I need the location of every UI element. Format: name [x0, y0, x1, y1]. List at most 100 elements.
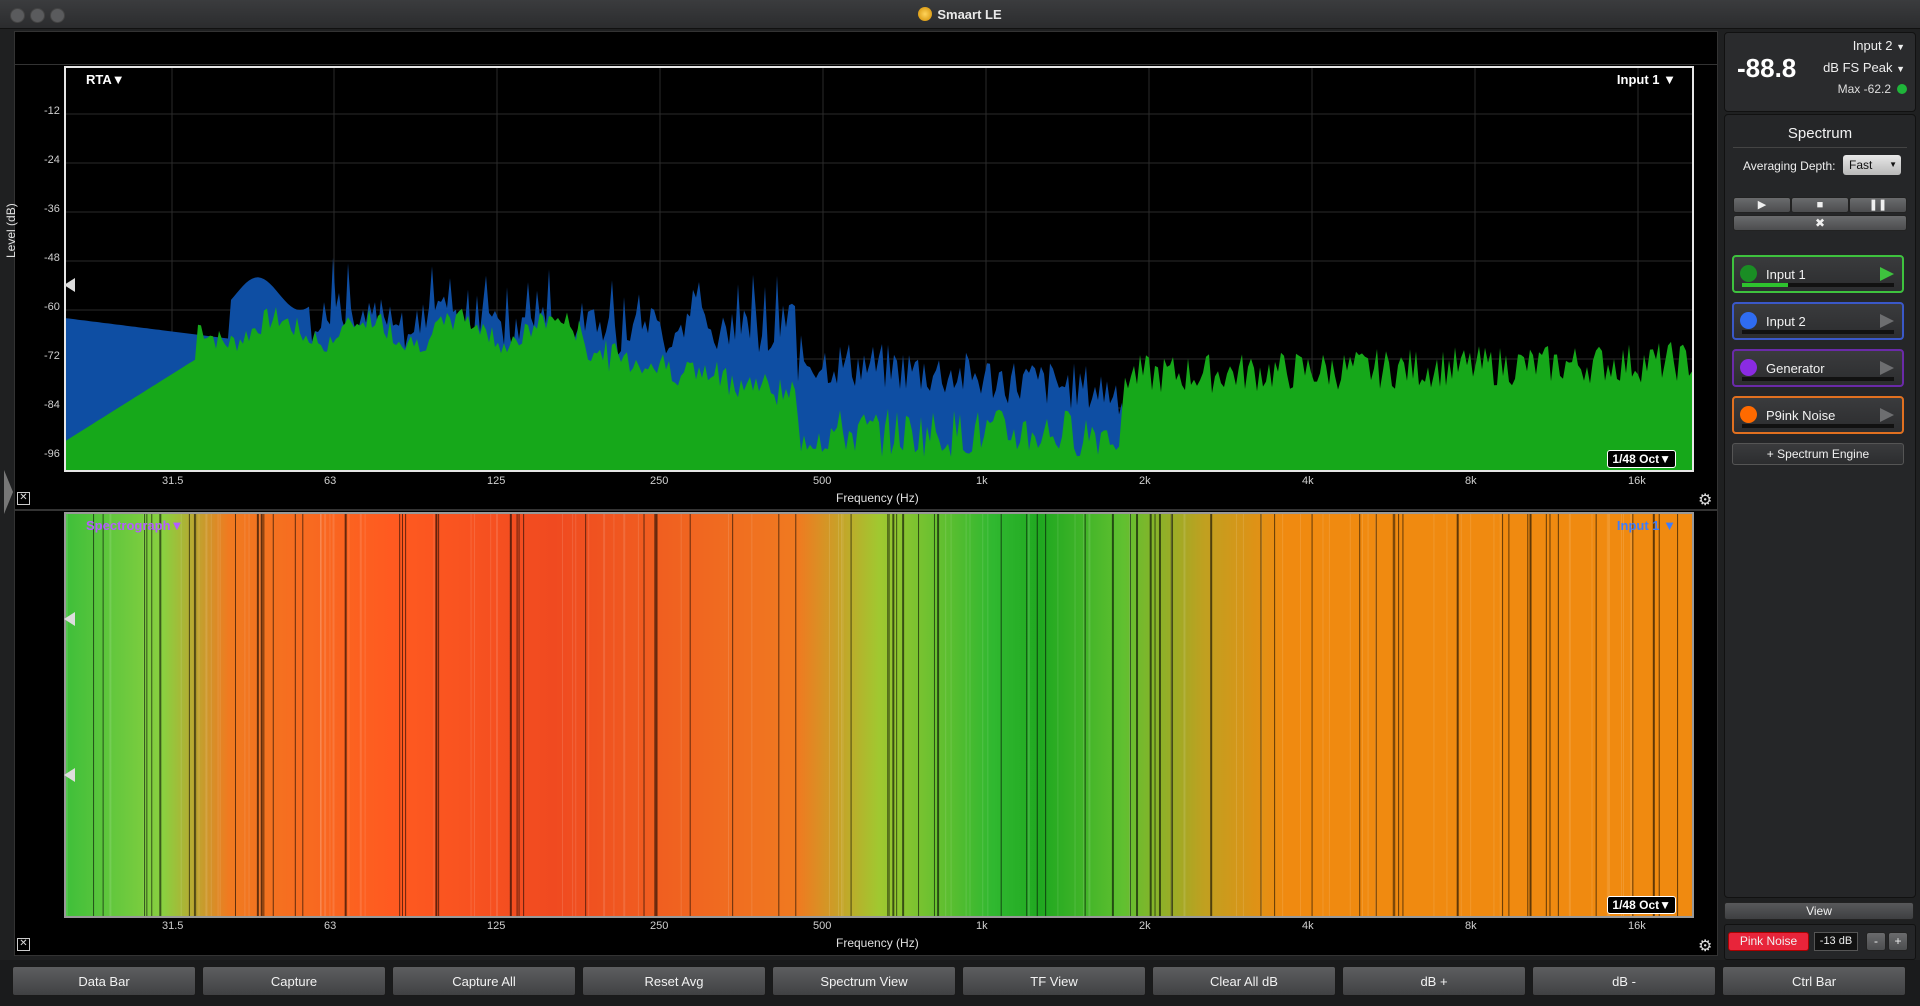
meter-input-select[interactable]: Input 2 ▼: [1853, 38, 1905, 53]
rta-ytick-label: -12: [44, 105, 60, 117]
spectrograph-xtick-label: 1k: [976, 920, 988, 932]
level-minus-button[interactable]: -: [1866, 932, 1886, 951]
spectrograph-xtick-label: 4k: [1302, 920, 1314, 932]
spectrum-title: Spectrum: [1787, 125, 1853, 142]
spectrograph-heatmap: [66, 514, 1692, 916]
bottom-button-capture[interactable]: Capture: [202, 966, 386, 996]
input-row-3[interactable]: Generator: [1732, 349, 1904, 387]
window-title: Smaart LE: [0, 7, 1920, 22]
rta-xtick-label: 63: [324, 475, 337, 487]
rta-resolution-dropdown[interactable]: 1/48 Oct▼: [1607, 450, 1676, 468]
meter-unit-select[interactable]: dB FS Peak ▼: [1823, 60, 1905, 75]
spectrograph-input-dropdown[interactable]: Input 1 ▼: [1617, 518, 1676, 533]
bottom-button-db-[interactable]: dB -: [1532, 966, 1716, 996]
rta-settings-gear-icon[interactable]: ⚙: [1698, 490, 1712, 510]
spectrograph-resolution-dropdown[interactable]: 1/48 Oct▼: [1607, 896, 1676, 914]
spectrograph-xtick-label: 250: [650, 920, 669, 932]
pink-noise-button[interactable]: Pink Noise: [1728, 932, 1809, 951]
rta-ytick-label: -60: [44, 301, 60, 313]
play-button[interactable]: ▶: [1733, 197, 1791, 213]
rta-xtick-label: 250: [650, 475, 669, 487]
input-play-icon[interactable]: [1880, 361, 1894, 375]
input-name: Input 2: [1766, 314, 1806, 329]
rta-ytick-label: -24: [44, 154, 60, 166]
input-color-dot-icon[interactable]: [1740, 265, 1757, 282]
panel-collapse-handle[interactable]: [4, 470, 13, 514]
rta-xtick-label: 2k: [1139, 475, 1151, 487]
spectrograph-xtick-label: 31.5: [162, 920, 184, 932]
spectrograph-xtick-label: 500: [813, 920, 832, 932]
rta-ytick-label: -96: [44, 448, 60, 460]
view-button[interactable]: View: [1724, 902, 1914, 920]
rta-close-icon[interactable]: ✕: [17, 492, 30, 505]
input-level-bar: [1742, 377, 1894, 381]
input-color-dot-icon[interactable]: [1740, 359, 1757, 376]
smaart-logo-icon: [918, 7, 933, 21]
averaging-depth-select[interactable]: Fast ▼: [1843, 155, 1901, 175]
rta-xtick-label: 31.5: [162, 475, 184, 487]
spectrograph-lower-handle[interactable]: [64, 768, 75, 782]
input-row-2[interactable]: Input 2: [1732, 302, 1904, 340]
spectrograph-xtick-label: 125: [487, 920, 506, 932]
input-level-bar: [1742, 424, 1894, 428]
averaging-depth-value: Fast: [1849, 158, 1873, 172]
rta-plot[interactable]: RTA▼ Input 1 ▼ 1/48 Oct▼: [64, 66, 1694, 472]
rta-threshold-handle[interactable]: [64, 278, 75, 292]
input-row-4[interactable]: P9ink Noise: [1732, 396, 1904, 434]
add-spectrum-engine-button[interactable]: + Spectrum Engine: [1732, 443, 1904, 465]
rta-xtick-label: 4k: [1302, 475, 1314, 487]
generator-level: -13 dB: [1814, 932, 1858, 951]
spectrograph-close-icon[interactable]: ✕: [17, 938, 30, 951]
bottom-button-data-bar[interactable]: Data Bar: [12, 966, 196, 996]
input-level-fill: [1742, 283, 1788, 287]
meter-input-select-text: Input 2: [1852, 38, 1893, 53]
meter-unit-select-text: dB FS Peak: [1823, 60, 1893, 75]
generator-bar: Pink Noise -13 dB - +: [1724, 924, 1916, 960]
bottom-button-spectrum-view[interactable]: Spectrum View: [772, 966, 956, 996]
rta-ytick-label: -36: [44, 203, 60, 215]
spectrograph-xtick-label: 63: [324, 920, 337, 932]
spectrograph-xtick-label: 8k: [1465, 920, 1477, 932]
max-indicator-icon: [1897, 84, 1907, 94]
header-strip: [14, 31, 1718, 65]
bottom-button-db-[interactable]: dB +: [1342, 966, 1526, 996]
input-play-icon[interactable]: [1880, 267, 1894, 281]
spectrograph-xtick-label: 2k: [1139, 920, 1151, 932]
rta-xtick-label: 500: [813, 475, 832, 487]
pause-button[interactable]: ❚❚: [1849, 197, 1907, 213]
spectrograph-mode-dropdown[interactable]: Spectrograph▼: [86, 518, 183, 533]
level-plus-button[interactable]: +: [1888, 932, 1908, 951]
input-color-dot-icon[interactable]: [1740, 406, 1757, 423]
bottom-button-tf-view[interactable]: TF View: [962, 966, 1146, 996]
rta-ytick-label: -84: [44, 399, 60, 411]
averaging-label: Averaging Depth:: [1743, 159, 1836, 173]
rta-xtick-label: 125: [487, 475, 506, 487]
rta-input-dropdown[interactable]: Input 1 ▼: [1617, 72, 1676, 87]
spectrograph-upper-handle[interactable]: [64, 612, 75, 626]
chevron-down-icon: ▼: [1896, 42, 1905, 52]
tools-wrench-icon[interactable]: ✖: [1733, 215, 1907, 231]
bottom-button-clear-all-db[interactable]: Clear All dB: [1152, 966, 1336, 996]
spectrograph-settings-gear-icon[interactable]: ⚙: [1698, 936, 1712, 956]
rta-xtick-label: 16k: [1628, 475, 1646, 487]
bottom-button-reset-avg[interactable]: Reset Avg: [582, 966, 766, 996]
meter-max: Max -62.2: [1837, 82, 1891, 96]
spectrograph-xlabel: Frequency (Hz): [836, 936, 919, 950]
input-play-icon[interactable]: [1880, 314, 1894, 328]
stop-button[interactable]: ■: [1791, 197, 1849, 213]
bottom-button-ctrl-bar[interactable]: Ctrl Bar: [1722, 966, 1906, 996]
rta-mode-dropdown[interactable]: RTA▼: [86, 72, 125, 87]
chevron-down-icon: ▼: [1896, 64, 1905, 74]
input-row-1[interactable]: Input 1: [1732, 255, 1904, 293]
input-color-dot-icon[interactable]: [1740, 312, 1757, 329]
spectrograph-plot[interactable]: Spectrograph▼ Input 1 ▼ 1/48 Oct▼: [64, 512, 1694, 918]
input-play-icon[interactable]: [1880, 408, 1894, 422]
rta-xlabel: Frequency (Hz): [836, 491, 919, 505]
input-name: P9ink Noise: [1766, 408, 1836, 423]
bottom-button-capture-all[interactable]: Capture All: [392, 966, 576, 996]
spectrograph-chart: [66, 514, 1692, 916]
level-meter: -88.8 Input 2 ▼ dB FS Peak ▼ Max -62.2: [1724, 32, 1916, 112]
rta-ytick-label: -72: [44, 350, 60, 362]
input-name: Input 1: [1766, 267, 1806, 282]
meter-value: -88.8: [1737, 53, 1797, 83]
